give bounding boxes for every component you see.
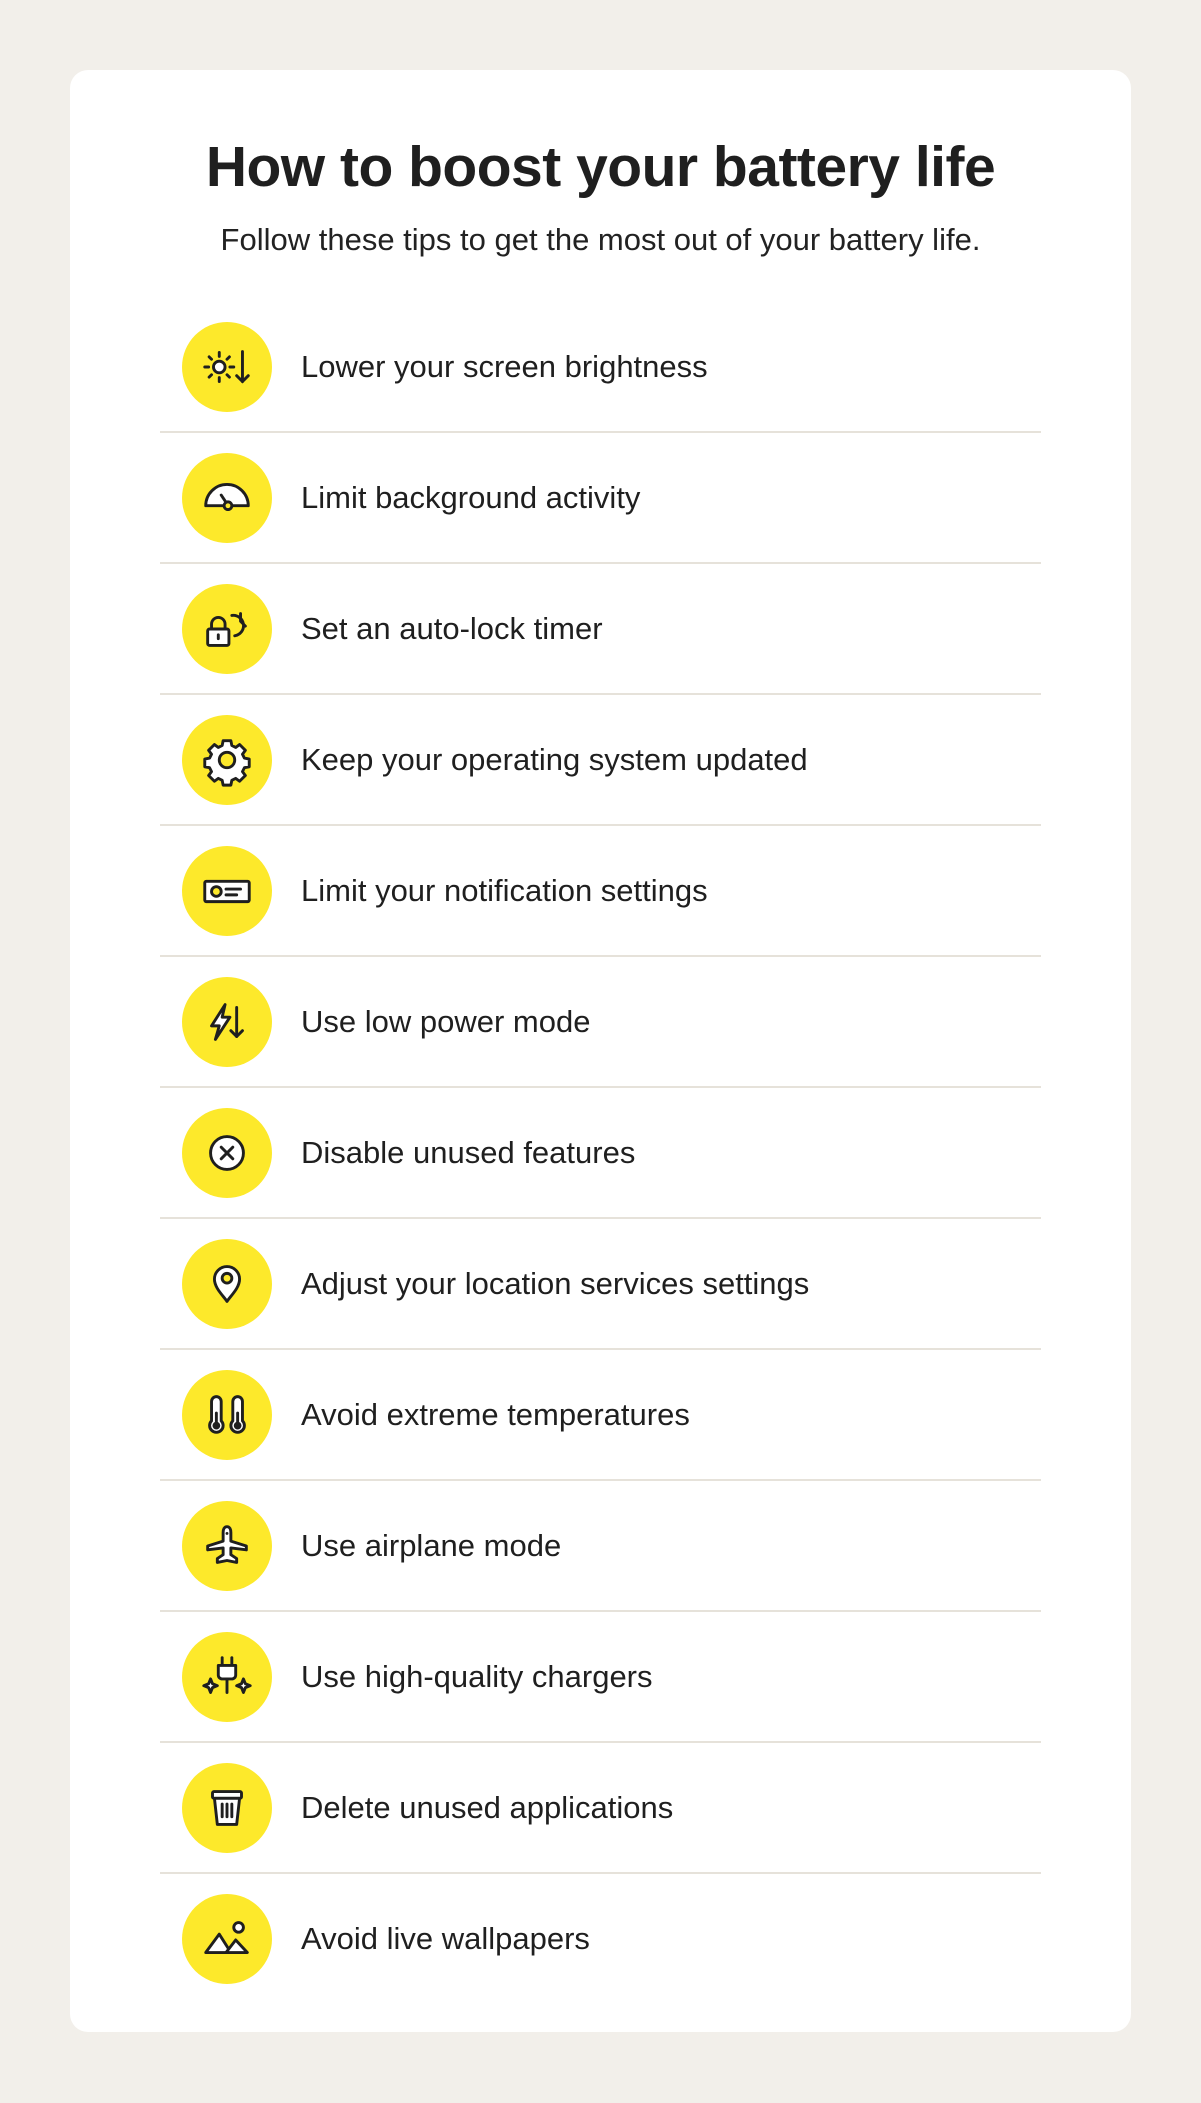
- tip-item: Limit your notification settings: [160, 826, 1041, 957]
- tips-list: Lower your screen brightness Limit backg…: [160, 302, 1041, 2003]
- low-power-icon: [182, 977, 272, 1067]
- page-title: How to boost your battery life: [205, 135, 996, 199]
- tip-item: Limit background activity: [160, 433, 1041, 564]
- notification-card-icon: [182, 846, 272, 936]
- gauge-icon: [182, 453, 272, 543]
- tip-label: Set an auto-lock timer: [301, 611, 603, 646]
- tip-label: Use low power mode: [301, 1004, 591, 1039]
- tip-item: Avoid live wallpapers: [160, 1874, 1041, 2003]
- tip-item: Use low power mode: [160, 957, 1041, 1088]
- tip-label: Avoid live wallpapers: [301, 1921, 590, 1956]
- brightness-down-icon: [182, 322, 272, 412]
- tip-label: Limit your notification settings: [301, 873, 708, 908]
- tip-label: Lower your screen brightness: [301, 349, 708, 384]
- tip-item: Use airplane mode: [160, 1481, 1041, 1612]
- location-pin-icon: [182, 1239, 272, 1329]
- tip-label: Limit background activity: [301, 480, 641, 515]
- tip-label: Use airplane mode: [301, 1528, 562, 1563]
- tip-item: Disable unused features: [160, 1088, 1041, 1219]
- tip-item: Set an auto-lock timer: [160, 564, 1041, 695]
- gear-icon: [182, 715, 272, 805]
- close-circle-icon: [182, 1108, 272, 1198]
- airplane-icon: [182, 1501, 272, 1591]
- wallpaper-icon: [182, 1894, 272, 1984]
- tip-item: Adjust your location services settings: [160, 1219, 1041, 1350]
- tip-label: Keep your operating system updated: [301, 742, 808, 777]
- thermometer-icon: [182, 1370, 272, 1460]
- tip-label: Use high-quality chargers: [301, 1659, 653, 1694]
- tip-label: Adjust your location services settings: [301, 1266, 810, 1301]
- tip-item: Lower your screen brightness: [160, 302, 1041, 433]
- tip-item: Keep your operating system updated: [160, 695, 1041, 826]
- tip-label: Disable unused features: [301, 1135, 636, 1170]
- tip-item: Avoid extreme temperatures: [160, 1350, 1041, 1481]
- tip-label: Delete unused applications: [301, 1790, 674, 1825]
- tip-item: Delete unused applications: [160, 1743, 1041, 1874]
- lock-timer-icon: [182, 584, 272, 674]
- charger-plug-icon: [182, 1632, 272, 1722]
- trash-icon: [182, 1763, 272, 1853]
- tip-item: Use high-quality chargers: [160, 1612, 1041, 1743]
- tip-label: Avoid extreme temperatures: [301, 1397, 690, 1432]
- tips-card: How to boost your battery life Follow th…: [70, 70, 1131, 2032]
- page-subtitle: Follow these tips to get the most out of…: [220, 222, 981, 257]
